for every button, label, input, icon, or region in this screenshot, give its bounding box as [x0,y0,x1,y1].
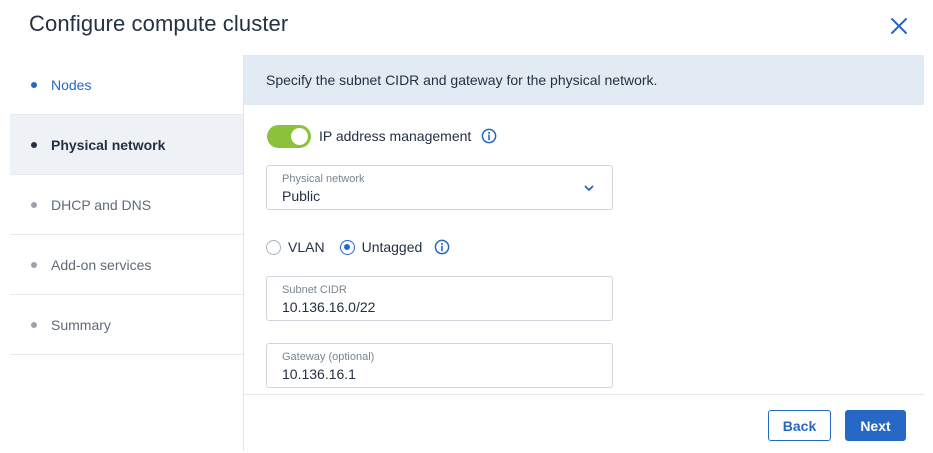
radio-untagged[interactable] [339,239,355,255]
physical-network-select[interactable]: Physical network Public [266,165,613,210]
toggle-knob [291,127,308,145]
wizard-steps-sidebar: Nodes Physical network DHCP and DNS Add-… [10,55,244,451]
step-dot-icon [31,261,37,268]
back-button[interactable]: Back [768,410,831,441]
subnet-cidr-label: Subnet CIDR [282,284,347,296]
radio-vlan-label[interactable]: VLAN [288,239,325,255]
radio-vlan[interactable] [266,239,281,255]
step-add-on-services[interactable]: Add-on services [10,235,243,295]
next-button[interactable]: Next [845,410,906,441]
step-dot-icon [31,321,37,328]
dialog-title: Configure compute cluster [29,11,289,36]
ip-management-row: IP address management [267,124,497,148]
vlan-mode-group: VLAN Untagged [266,237,450,257]
gateway-field[interactable]: Gateway (optional) 10.136.16.1 [266,343,613,388]
step-label: Physical network [51,136,166,153]
step-dhcp-dns[interactable]: DHCP and DNS [10,175,243,235]
info-icon[interactable] [434,239,450,255]
step-summary[interactable]: Summary [10,295,243,355]
instruction-banner: Specify the subnet CIDR and gateway for … [244,55,924,105]
step-dot-icon [31,201,37,208]
step-label: Summary [51,316,111,333]
radio-untagged-label[interactable]: Untagged [362,239,423,255]
ip-management-label: IP address management [319,128,472,144]
gateway-value: 10.136.16.1 [282,366,356,382]
physical-network-label: Physical network [282,173,365,185]
step-dot-icon [31,81,37,88]
step-dot-icon [31,141,37,148]
step-physical-network[interactable]: Physical network [10,115,243,175]
chevron-down-icon [584,185,594,191]
subnet-cidr-field[interactable]: Subnet CIDR 10.136.16.0/22 [266,276,613,321]
close-icon[interactable] [886,13,912,39]
step-label: Add-on services [51,256,152,273]
gateway-label: Gateway (optional) [282,351,375,363]
step-nodes[interactable]: Nodes [10,55,243,115]
step-label: Nodes [51,76,92,93]
step-label: DHCP and DNS [51,196,152,213]
physical-network-value: Public [282,188,321,204]
info-icon[interactable] [481,128,497,144]
subnet-cidr-value: 10.136.16.0/22 [282,299,376,315]
ip-management-toggle[interactable] [267,124,311,148]
